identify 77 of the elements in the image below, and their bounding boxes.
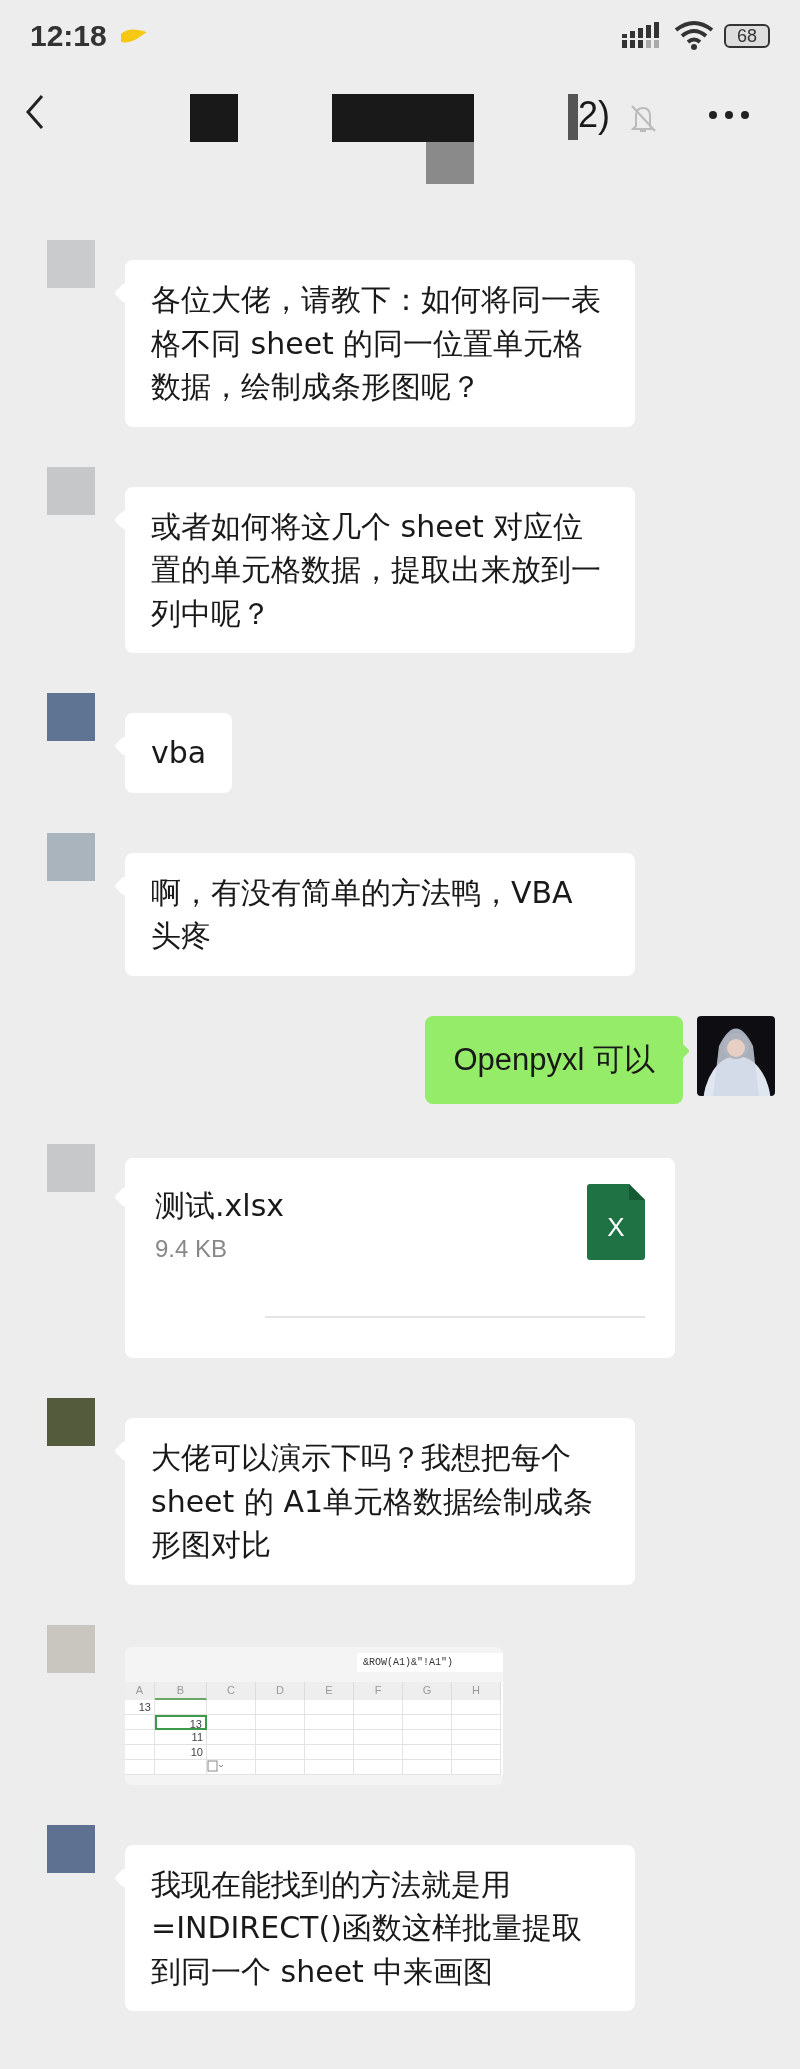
table-cell	[305, 1729, 354, 1745]
table-cell	[354, 1744, 403, 1760]
table-cell: 13	[155, 1714, 207, 1730]
avatar	[47, 1398, 95, 1447]
avatar	[47, 693, 95, 741]
chat-title: 2)	[578, 94, 610, 136]
table-cell	[256, 1759, 305, 1775]
table-cell	[452, 1759, 501, 1775]
table-cell	[305, 1744, 354, 1760]
column-header: F	[354, 1681, 403, 1700]
table-cell	[256, 1699, 305, 1715]
table-cell	[207, 1699, 256, 1715]
table-cell	[452, 1699, 501, 1715]
column-header: H	[452, 1681, 501, 1700]
table-cell	[403, 1714, 452, 1730]
avatar	[47, 1624, 95, 1673]
more-icon[interactable]	[708, 110, 750, 120]
notification-icon	[120, 28, 147, 44]
column-header: G	[403, 1681, 452, 1700]
table-cell	[354, 1759, 403, 1775]
table-cell	[125, 1744, 155, 1760]
message-bubble: 我现在能找到的方法就是用=INDIRECT()函数这样批量提取到同一个 sheet 中来画图	[125, 1844, 635, 2012]
table-cell	[125, 1759, 155, 1775]
column-header: B	[155, 1681, 207, 1700]
message-bubble: 啊，有没有简单的方法鸭，VBA 头疼	[125, 852, 635, 976]
table-cell	[305, 1759, 354, 1775]
table-cell: 13	[125, 1699, 155, 1715]
status-time: 12:18	[30, 19, 107, 53]
table-cell	[403, 1744, 452, 1760]
redaction-block	[190, 94, 238, 142]
table-cell	[256, 1744, 305, 1760]
table-cell	[125, 1729, 155, 1745]
message-bubble: 大佬可以演示下吗？我想把每个 sheet 的 A1单元格数据绘制成条形图对比	[125, 1418, 635, 1585]
avatar	[47, 832, 95, 881]
message-bubble: vba	[125, 713, 233, 793]
avatar	[47, 1824, 95, 1873]
table-cell	[207, 1729, 256, 1745]
table-cell	[452, 1729, 501, 1745]
avatar	[47, 1144, 95, 1193]
column-header: A	[125, 1681, 155, 1700]
column-header: E	[305, 1681, 354, 1700]
spreadsheet-file-icon: X	[587, 1184, 645, 1261]
table-cell	[256, 1714, 305, 1730]
column-header: D	[256, 1681, 305, 1700]
table-cell	[403, 1699, 452, 1715]
file-name: 测试.xlsx	[155, 1187, 284, 1226]
table-cell	[207, 1744, 256, 1760]
table-cell: 11	[155, 1729, 207, 1745]
table-cell	[403, 1729, 452, 1745]
table-cell	[155, 1759, 207, 1775]
table-cell	[207, 1714, 256, 1730]
table-cell	[305, 1699, 354, 1715]
table-cell	[305, 1714, 354, 1730]
paste-options-icon	[207, 1759, 223, 1772]
table-cell	[403, 1759, 452, 1775]
formula-text: &ROW(A1)&"!A1")	[357, 1652, 503, 1672]
avatar	[47, 466, 95, 515]
table-cell	[354, 1699, 403, 1715]
redaction-block	[568, 94, 578, 140]
avatar	[47, 240, 95, 288]
file-card[interactable]: 测试.xlsx 9.4 KB X	[125, 1158, 675, 1359]
message-bubble: 或者如何将这几个 sheet 对应位置的单元格数据，提取出来放到一列中呢？	[125, 486, 635, 653]
table-cell	[256, 1729, 305, 1745]
table-cell	[354, 1714, 403, 1730]
message-bubble: 各位大佬，请教下：如何将同一表格不同 sheet 的同一位置单元格数据，绘制成条形图呢？	[125, 260, 635, 427]
table-cell	[354, 1729, 403, 1745]
message-bubble: Openpyxl 可以	[425, 1015, 683, 1105]
column-header: C	[207, 1681, 256, 1700]
table-cell	[452, 1744, 501, 1760]
wifi-icon	[674, 20, 714, 52]
spreadsheet-screenshot[interactable]: &ROW(A1)&"!A1") A B C D E F G H 13 13 11 10	[125, 1646, 503, 1785]
table-cell	[452, 1714, 501, 1730]
battery-indicator: 68	[724, 24, 770, 48]
table-cell	[125, 1714, 155, 1730]
table-cell: 10	[155, 1744, 207, 1760]
file-size: 9.4 KB	[155, 1233, 229, 1264]
signal-icon	[622, 22, 662, 50]
